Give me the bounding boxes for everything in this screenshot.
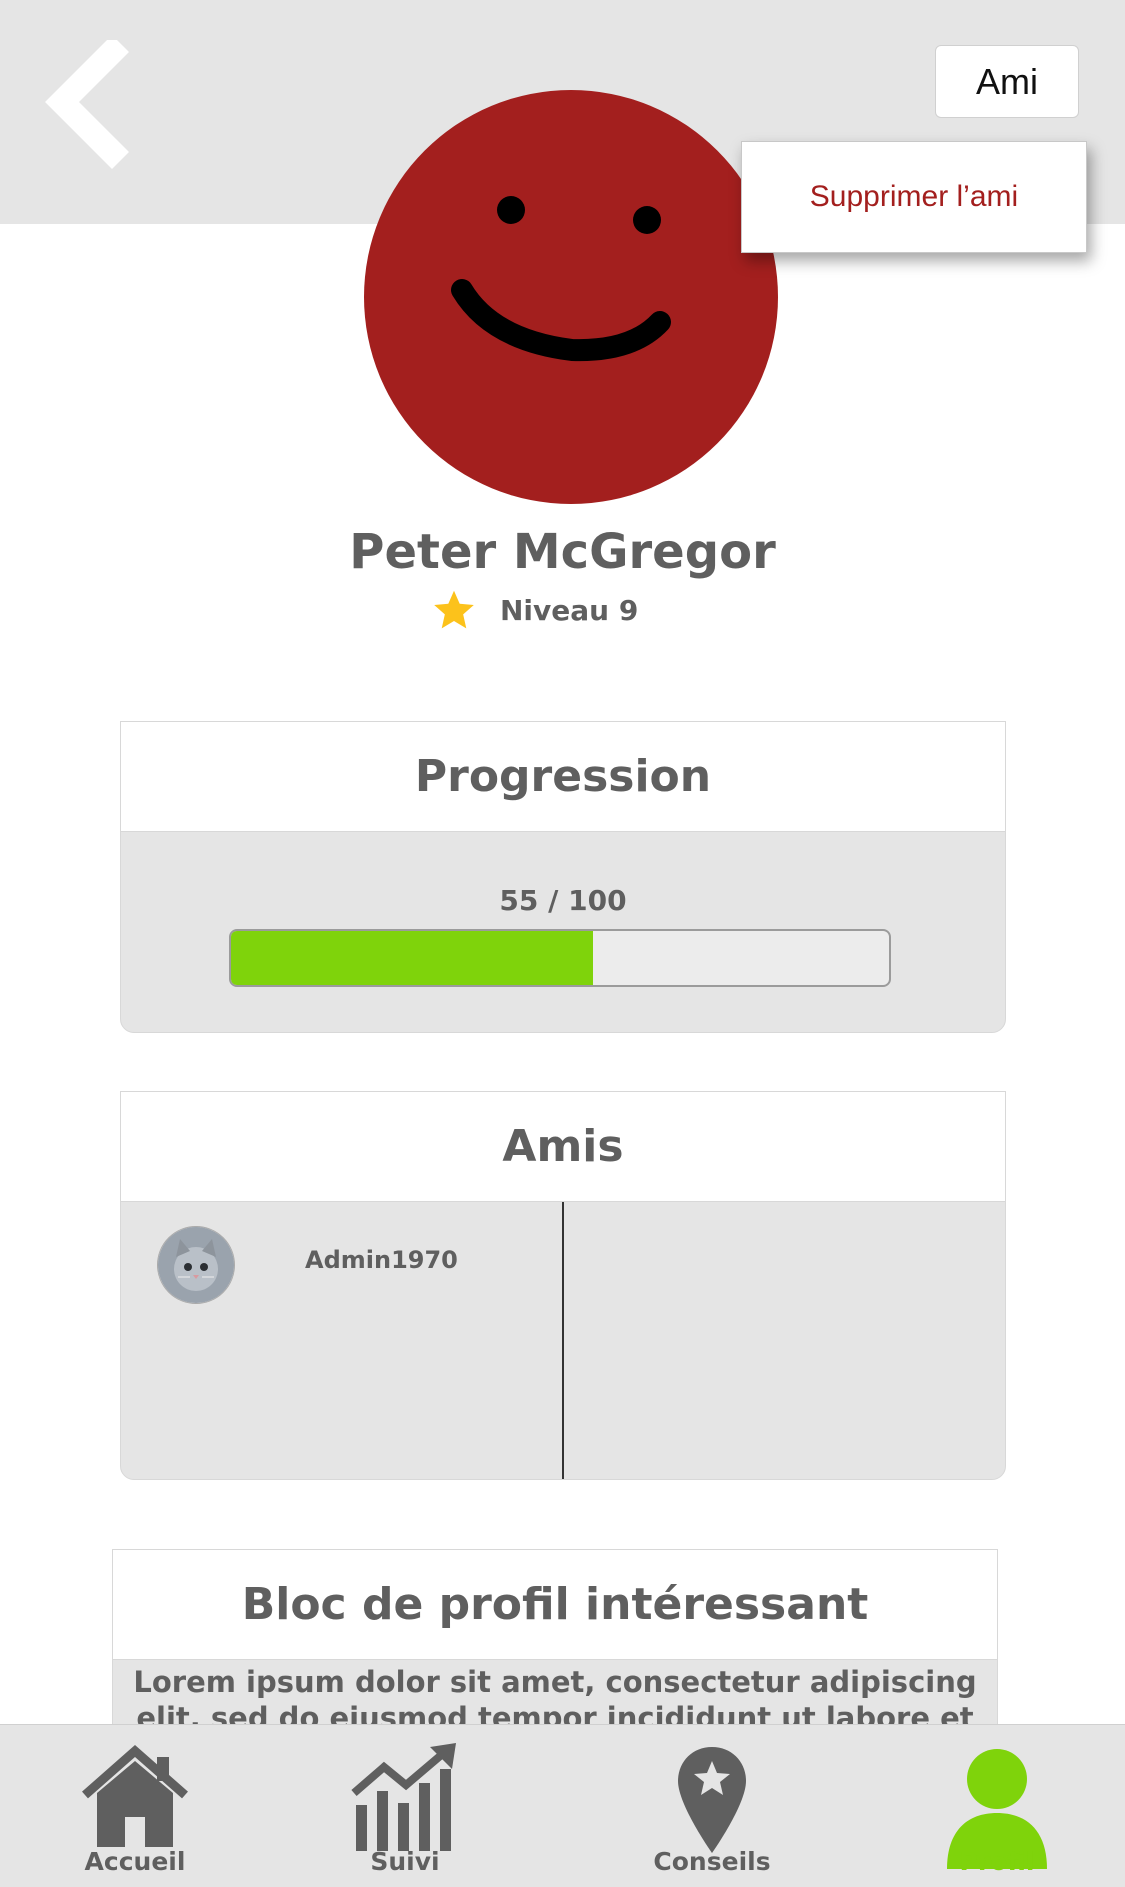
friend-status-button[interactable]: Ami [935, 45, 1079, 118]
tab-suivi-label: Suivi [370, 1847, 440, 1876]
chart-icon [351, 1743, 456, 1851]
tab-accueil-label: Accueil [84, 1847, 186, 1876]
back-button[interactable] [40, 35, 150, 170]
progress-bar-fill [231, 931, 593, 985]
tab-profil-label: Profil [959, 1847, 1035, 1876]
chevron-left-icon [45, 35, 129, 169]
progression-value: 55 / 100 [499, 884, 627, 917]
home-icon [82, 1745, 188, 1847]
friend-username: Admin1970 [305, 1246, 458, 1274]
profile-bloc-title: Bloc de profil intéressant [113, 1550, 997, 1660]
bottom-tab-bar: Accueil Suivi Conseils Profil [0, 1724, 1125, 1887]
progression-card: Progression 55 / 100 [120, 721, 1006, 1033]
level-label: Niveau 9 [500, 593, 639, 627]
tab-accueil[interactable]: Accueil [55, 1725, 215, 1887]
map-pin-star-icon [678, 1747, 746, 1853]
profile-avatar [364, 90, 778, 504]
tab-conseils[interactable]: Conseils [632, 1725, 792, 1887]
friends-title: Amis [121, 1092, 1005, 1202]
friends-divider [562, 1202, 564, 1479]
progress-bar [229, 929, 891, 987]
progression-title: Progression [121, 722, 1005, 832]
friend-options-menu: Supprimer l’ami [741, 141, 1087, 253]
friends-list: Admin1970 [121, 1202, 1005, 1479]
tab-profil[interactable]: Profil [917, 1725, 1077, 1887]
tab-suivi[interactable]: Suivi [330, 1725, 480, 1887]
remove-friend-menu-item[interactable]: Supprimer l’ami [810, 180, 1018, 214]
star-icon [434, 590, 474, 629]
profile-name: Peter McGregor [349, 524, 776, 580]
friends-card: Amis Admin1970 [120, 1091, 1006, 1480]
cat-photo-icon [158, 1227, 234, 1303]
friend-avatar [157, 1226, 235, 1304]
profile-level: Niveau 9 [432, 585, 638, 635]
friend-item[interactable]: Admin1970 [157, 1226, 458, 1304]
tab-conseils-label: Conseils [653, 1847, 771, 1876]
